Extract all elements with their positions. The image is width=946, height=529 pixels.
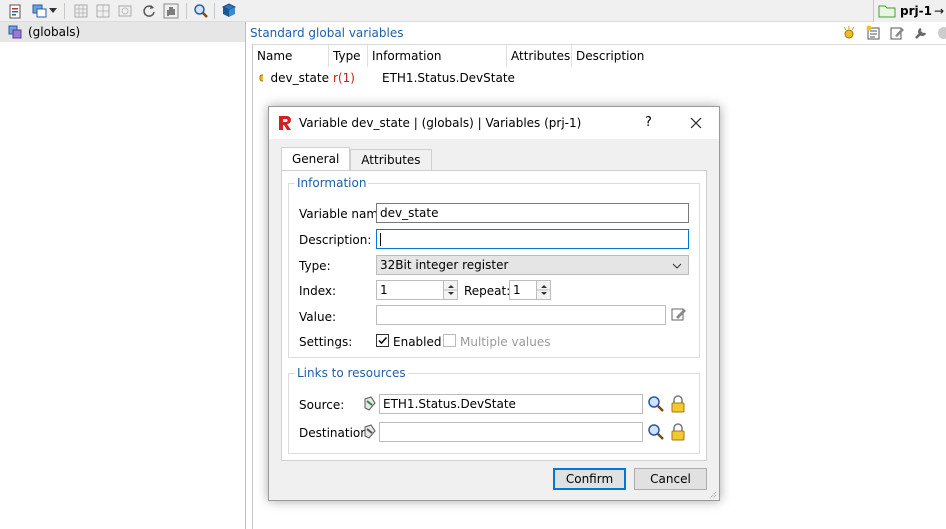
destination-search-icon[interactable] <box>647 423 665 441</box>
information-group-title: Information <box>295 176 369 190</box>
search-icon[interactable] <box>192 2 210 20</box>
cancel-button[interactable]: Cancel <box>634 468 707 490</box>
row-name: dev_state <box>270 71 330 85</box>
links-group: Links to resources Source: ETH1.Status.D… <box>288 366 700 454</box>
grid-add-icon[interactable] <box>94 2 112 20</box>
index-spin-buttons[interactable] <box>443 281 458 299</box>
source-search-icon[interactable] <box>647 395 665 413</box>
info-cell: ETH1.Status.DevState <box>368 71 515 85</box>
refresh-icon[interactable] <box>140 2 158 20</box>
type-label: Type: <box>299 259 331 273</box>
new-list-icon[interactable] <box>864 24 882 42</box>
index-spinner[interactable]: 1 <box>376 280 458 300</box>
repeat-spinner[interactable]: 1 <box>509 280 551 300</box>
enabled-label: Enabled <box>393 335 442 349</box>
tab-attributes[interactable]: Attributes <box>350 149 432 170</box>
row-information: ETH1.Status.DevState <box>382 71 515 85</box>
grid-icon[interactable] <box>72 2 90 20</box>
dialog-title: Variable dev_state | (globals) | Variabl… <box>299 116 582 130</box>
variable-name-input[interactable]: dev_state <box>376 203 689 223</box>
variable-dialog: Variable dev_state | (globals) | Variabl… <box>268 106 720 501</box>
tree-item-globals[interactable]: (globals) <box>0 22 245 42</box>
dialog-tabs: General Attributes <box>281 147 432 171</box>
value-edit-icon[interactable] <box>671 306 687 322</box>
edit-icon[interactable] <box>888 24 906 42</box>
book-icon[interactable] <box>220 2 238 20</box>
variables-title: Standard global variables <box>250 26 404 40</box>
links-group-title: Links to resources <box>295 366 408 380</box>
box-icon[interactable] <box>116 2 134 20</box>
value-input[interactable] <box>376 305 666 325</box>
main-toolbar: prj-1 → <box>0 0 946 22</box>
tree-pane: (globals) <box>0 22 246 529</box>
source-link-icon <box>363 396 377 412</box>
variables-header: Standard global variables <box>248 22 946 44</box>
chevron-down-icon <box>672 263 682 269</box>
list-header: Name Type Information Attributes Descrip… <box>253 45 946 67</box>
variables-toolbar <box>840 24 946 42</box>
source-label: Source: <box>299 398 345 412</box>
new-variable-icon[interactable] <box>840 24 858 42</box>
column-header[interactable]: Name <box>253 45 329 67</box>
multiple-values-label: Multiple values <box>460 335 551 349</box>
enabled-checkbox[interactable] <box>376 334 389 347</box>
destination-lock-icon[interactable] <box>670 423 686 441</box>
repeat-label: Repeat: <box>464 284 511 298</box>
general-panel: Information Variable name: dev_state Des… <box>281 170 707 461</box>
column-header[interactable]: Description <box>572 45 692 67</box>
project-label: prj-1 <box>899 4 932 18</box>
table-row[interactable]: dev_state r(1) ETH1.Status.DevState <box>253 67 946 89</box>
toolbar-separator <box>214 3 215 19</box>
destination-link-icon <box>363 424 377 440</box>
project-selector[interactable]: prj-1 → <box>872 0 946 22</box>
name-cell: dev_state <box>253 71 329 85</box>
resize-grip-icon[interactable] <box>707 488 717 499</box>
multiple-values-checkbox[interactable] <box>443 334 456 347</box>
folder-icon <box>878 5 896 18</box>
repeat-spin-buttons[interactable] <box>536 281 551 299</box>
hand-icon[interactable] <box>162 2 180 20</box>
type-select[interactable]: 32Bit integer register <box>376 255 689 275</box>
row-type: r(1) <box>333 71 355 85</box>
destination-label: Destination: <box>299 426 372 440</box>
settings-label: Settings: <box>299 335 353 349</box>
column-header[interactable]: Attributes <box>507 45 572 67</box>
chevron-down-icon[interactable] <box>48 2 58 20</box>
index-label: Index: <box>299 284 337 298</box>
overflow-icon[interactable] <box>936 24 946 42</box>
properties-icon[interactable] <box>6 2 24 20</box>
value-label: Value: <box>299 310 336 324</box>
tab-general[interactable]: General <box>281 147 351 170</box>
help-button[interactable]: ? <box>645 115 652 130</box>
column-header[interactable]: Type <box>329 45 368 67</box>
variable-icon <box>259 74 263 82</box>
source-input[interactable]: ETH1.Status.DevState <box>379 394 643 414</box>
type-value: 32Bit integer register <box>380 258 509 272</box>
tree-item-label: (globals) <box>28 25 81 39</box>
destination-input[interactable] <box>379 422 643 442</box>
globals-icon <box>8 25 22 39</box>
index-value: 1 <box>380 283 388 297</box>
toolbar-separator <box>64 3 65 19</box>
tool-icon[interactable] <box>912 24 930 42</box>
text-cursor <box>380 232 381 246</box>
windows-icon[interactable] <box>30 2 48 20</box>
information-group: Information Variable name: dev_state Des… <box>288 176 700 358</box>
dialog-titlebar[interactable]: Variable dev_state | (globals) | Variabl… <box>269 107 719 139</box>
toolbar-separator <box>186 3 187 19</box>
column-header[interactable]: Information <box>368 45 507 67</box>
arrow-icon: → <box>933 4 944 18</box>
repeat-value: 1 <box>513 283 521 297</box>
description-label: Description: <box>299 233 372 247</box>
source-lock-icon[interactable] <box>670 395 686 413</box>
confirm-button[interactable]: Confirm <box>553 468 626 490</box>
close-icon[interactable] <box>687 114 705 132</box>
app-logo-icon <box>279 116 291 130</box>
description-input[interactable] <box>376 229 689 249</box>
